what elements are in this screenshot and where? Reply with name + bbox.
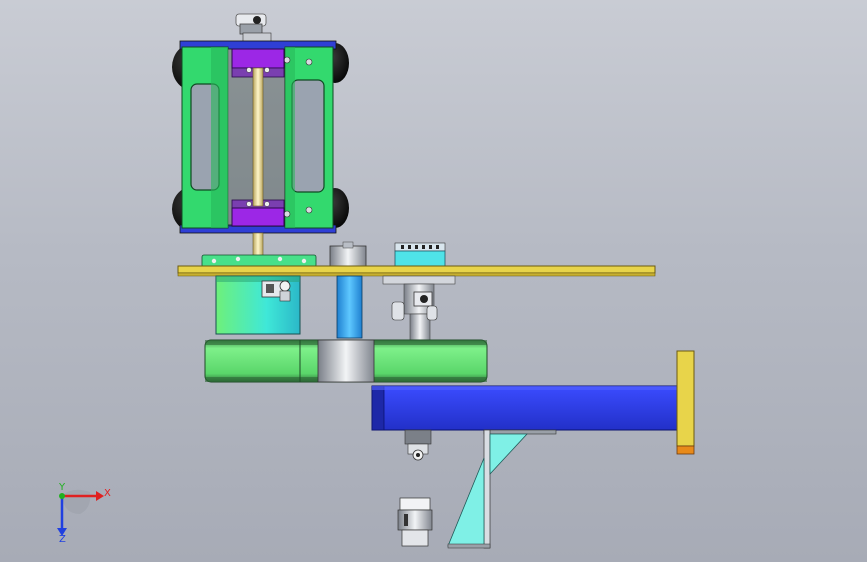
drive-shaft — [336, 275, 363, 339]
belt-drive[interactable] — [204, 339, 488, 383]
z-axis-label: Z — [59, 534, 66, 545]
x-axis-label: X — [104, 488, 111, 499]
bearing-housing — [394, 242, 446, 268]
end-flange[interactable] — [676, 350, 695, 455]
cylinder-flange — [201, 254, 317, 268]
lower-shaft — [252, 232, 264, 258]
top-elbow-fitting[interactable] — [235, 13, 272, 43]
base-plate[interactable] — [177, 265, 656, 277]
idler-pulley — [317, 339, 375, 383]
right-plate-slot — [291, 79, 325, 193]
support-bracket[interactable] — [447, 429, 557, 549]
bottom-sensor[interactable] — [397, 497, 433, 547]
horizontal-arm[interactable] — [371, 385, 681, 431]
gripper-assembly[interactable] — [172, 40, 349, 234]
cad-viewport[interactable]: X Y Z — [0, 0, 867, 562]
y-axis-arrow — [59, 493, 65, 499]
hex-nut[interactable] — [329, 241, 367, 267]
arm-air-fitting[interactable] — [404, 429, 432, 461]
guide-rod — [252, 67, 264, 207]
axis-triad: X Y Z — [57, 482, 111, 545]
y-axis-label: Y — [58, 482, 66, 493]
